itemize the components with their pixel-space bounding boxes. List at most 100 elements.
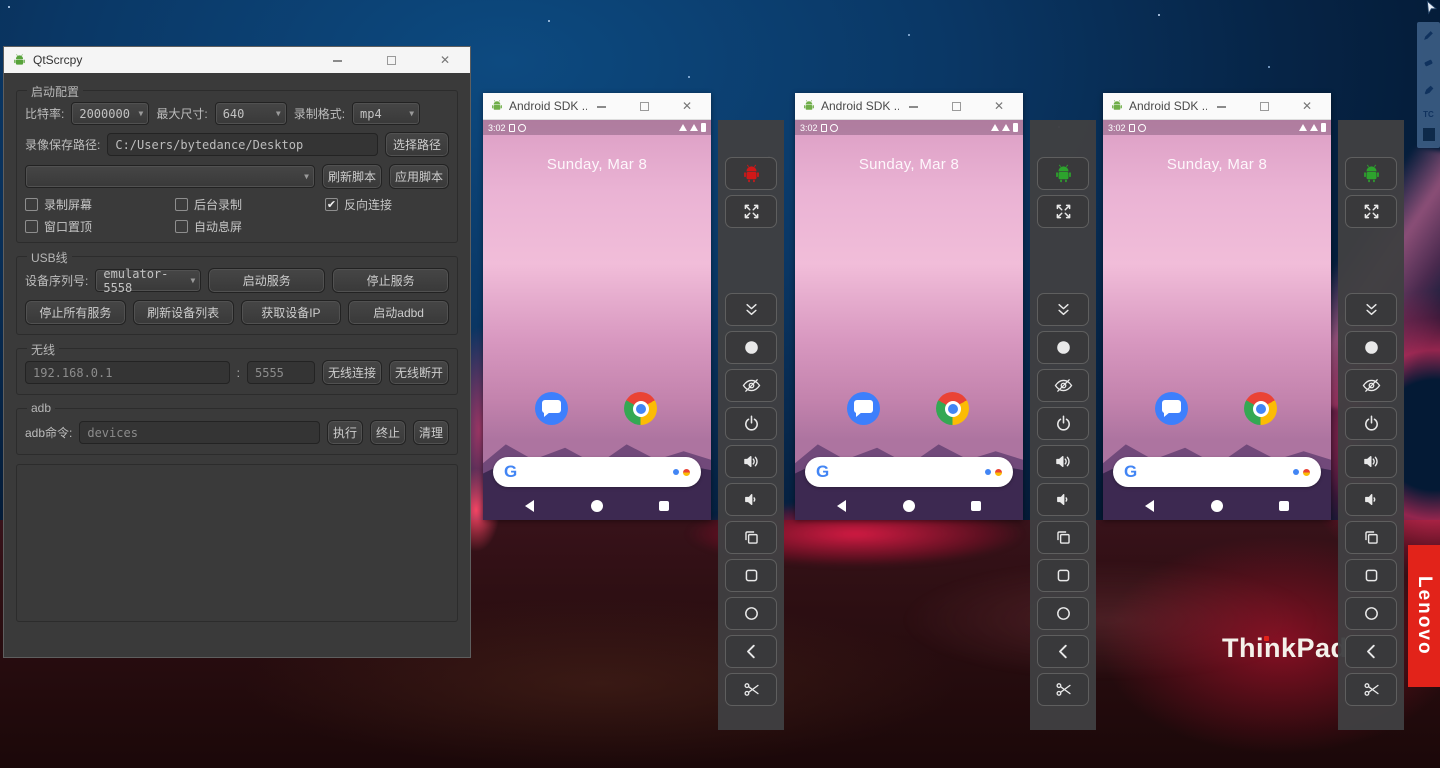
app-switch-button[interactable]	[1345, 521, 1397, 554]
home-button[interactable]	[1345, 597, 1397, 630]
touch-button[interactable]	[725, 331, 777, 364]
screenshot-button[interactable]	[725, 673, 777, 706]
wireless-port-input[interactable]: 5555	[247, 361, 315, 384]
close-button[interactable]: ✕	[990, 99, 1008, 113]
nav-back-button[interactable]	[837, 500, 846, 512]
fullscreen-button[interactable]	[1345, 195, 1397, 228]
messages-app-icon[interactable]	[847, 392, 880, 425]
maximize-button[interactable]	[947, 99, 965, 113]
qtscrcpy-titlebar[interactable]: QtScrcpy ✕	[4, 47, 470, 73]
touch-button[interactable]	[1345, 331, 1397, 364]
google-search-bar[interactable]: G	[1113, 457, 1321, 487]
apply-script-button[interactable]: 应用脚本	[389, 164, 449, 189]
nav-home-button[interactable]	[591, 500, 603, 512]
minimize-button[interactable]	[904, 99, 922, 113]
chrome-app-icon[interactable]	[1244, 392, 1277, 425]
screenshot-button[interactable]	[1037, 673, 1089, 706]
screen-off-button[interactable]	[1037, 369, 1089, 402]
nav-back-button[interactable]	[1145, 500, 1154, 512]
wireless-ip-input[interactable]: 192.168.0.1	[25, 361, 230, 384]
checkbox-reverse-connection[interactable]: ✔ 反向连接	[325, 196, 449, 213]
messages-app-icon[interactable]	[1155, 392, 1188, 425]
home-button[interactable]	[725, 597, 777, 630]
power-button[interactable]	[1037, 407, 1089, 440]
expand-notification-button[interactable]	[1345, 293, 1397, 326]
fullscreen-button[interactable]	[725, 195, 777, 228]
volume-down-button[interactable]	[725, 483, 777, 516]
mic-icon[interactable]	[1303, 469, 1310, 476]
group-control-button[interactable]	[1037, 157, 1089, 190]
bitrate-combobox[interactable]: 2000000 ▼	[71, 102, 149, 125]
nav-recent-button[interactable]	[1279, 501, 1289, 511]
eraser-icon[interactable]	[1422, 56, 1435, 74]
nav-back-button[interactable]	[525, 500, 534, 512]
back-button[interactable]	[1345, 635, 1397, 668]
terminate-button[interactable]: 终止	[370, 420, 406, 445]
back-button[interactable]	[725, 635, 777, 668]
pen-icon[interactable]	[1422, 29, 1435, 47]
fullscreen-button[interactable]	[1037, 195, 1089, 228]
volume-up-button[interactable]	[725, 445, 777, 478]
app-switch-button[interactable]	[725, 521, 777, 554]
messages-app-icon[interactable]	[535, 392, 568, 425]
maximize-button[interactable]	[1255, 99, 1273, 113]
app-switch-button[interactable]	[1037, 521, 1089, 554]
checkbox-background-record[interactable]: 后台录制	[175, 196, 325, 213]
nav-home-button[interactable]	[1211, 500, 1223, 512]
volume-up-button[interactable]	[1345, 445, 1397, 478]
expand-notification-button[interactable]	[1037, 293, 1089, 326]
maxsize-combobox[interactable]: 640 ▼	[215, 102, 287, 125]
clear-button[interactable]: 清理	[413, 420, 449, 445]
checkbox-window-on-top[interactable]: 窗口置顶	[25, 218, 175, 235]
checkbox-auto-screen-off[interactable]: 自动息屏	[175, 218, 325, 235]
volume-down-button[interactable]	[1345, 483, 1397, 516]
text-tool[interactable]: TC	[1423, 110, 1434, 119]
get-device-ip-button[interactable]: 获取设备IP	[241, 300, 342, 325]
minimize-button[interactable]	[592, 99, 610, 113]
power-button[interactable]	[1345, 407, 1397, 440]
stop-service-button[interactable]: 停止服务	[332, 268, 449, 293]
group-control-button[interactable]	[1345, 157, 1397, 190]
close-button[interactable]: ✕	[1298, 99, 1316, 113]
adb-command-input[interactable]: devices	[79, 421, 320, 444]
group-control-button[interactable]	[725, 157, 777, 190]
google-search-bar[interactable]: G	[493, 457, 701, 487]
select-path-button[interactable]: 选择路径	[385, 132, 449, 157]
power-button[interactable]	[725, 407, 777, 440]
android-window-titlebar[interactable]: Android SDK ... ✕	[483, 93, 711, 120]
android-screen[interactable]: 3:02 Sunday, Mar 8 G	[483, 120, 711, 520]
screenshot-button[interactable]	[1345, 673, 1397, 706]
checkbox-record-screen[interactable]: 录制屏幕	[25, 196, 175, 213]
android-window-titlebar[interactable]: Android SDK ... ✕	[1103, 93, 1331, 120]
close-button[interactable]: ✕	[436, 53, 454, 67]
maximize-button[interactable]	[382, 53, 400, 67]
refresh-device-list-button[interactable]: 刷新设备列表	[133, 300, 234, 325]
volume-up-button[interactable]	[1037, 445, 1089, 478]
rect-tool-icon[interactable]	[1423, 128, 1435, 141]
chrome-app-icon[interactable]	[624, 392, 657, 425]
minimize-button[interactable]	[328, 53, 346, 67]
nav-recent-button[interactable]	[659, 501, 669, 511]
chrome-app-icon[interactable]	[936, 392, 969, 425]
menu-button[interactable]	[1345, 559, 1397, 592]
nav-home-button[interactable]	[903, 500, 915, 512]
google-search-bar[interactable]: G	[805, 457, 1013, 487]
android-screen[interactable]: 3:02 Sunday, Mar 8 G	[795, 120, 1023, 520]
execute-button[interactable]: 执行	[327, 420, 363, 445]
nav-recent-button[interactable]	[971, 501, 981, 511]
minimize-button[interactable]	[1212, 99, 1230, 113]
mic-icon[interactable]	[995, 469, 1002, 476]
marker-icon[interactable]	[1422, 83, 1435, 101]
mic-icon[interactable]	[683, 469, 690, 476]
script-combobox[interactable]: ▼	[25, 165, 315, 188]
menu-button[interactable]	[725, 559, 777, 592]
start-adbd-button[interactable]: 启动adbd	[348, 300, 449, 325]
screen-off-button[interactable]	[1345, 369, 1397, 402]
touch-button[interactable]	[1037, 331, 1089, 364]
log-output-area[interactable]	[16, 464, 458, 622]
back-button[interactable]	[1037, 635, 1089, 668]
android-window-titlebar[interactable]: Android SDK ... ✕	[795, 93, 1023, 120]
format-combobox[interactable]: mp4 ▼	[352, 102, 420, 125]
screen-off-button[interactable]	[725, 369, 777, 402]
menu-button[interactable]	[1037, 559, 1089, 592]
